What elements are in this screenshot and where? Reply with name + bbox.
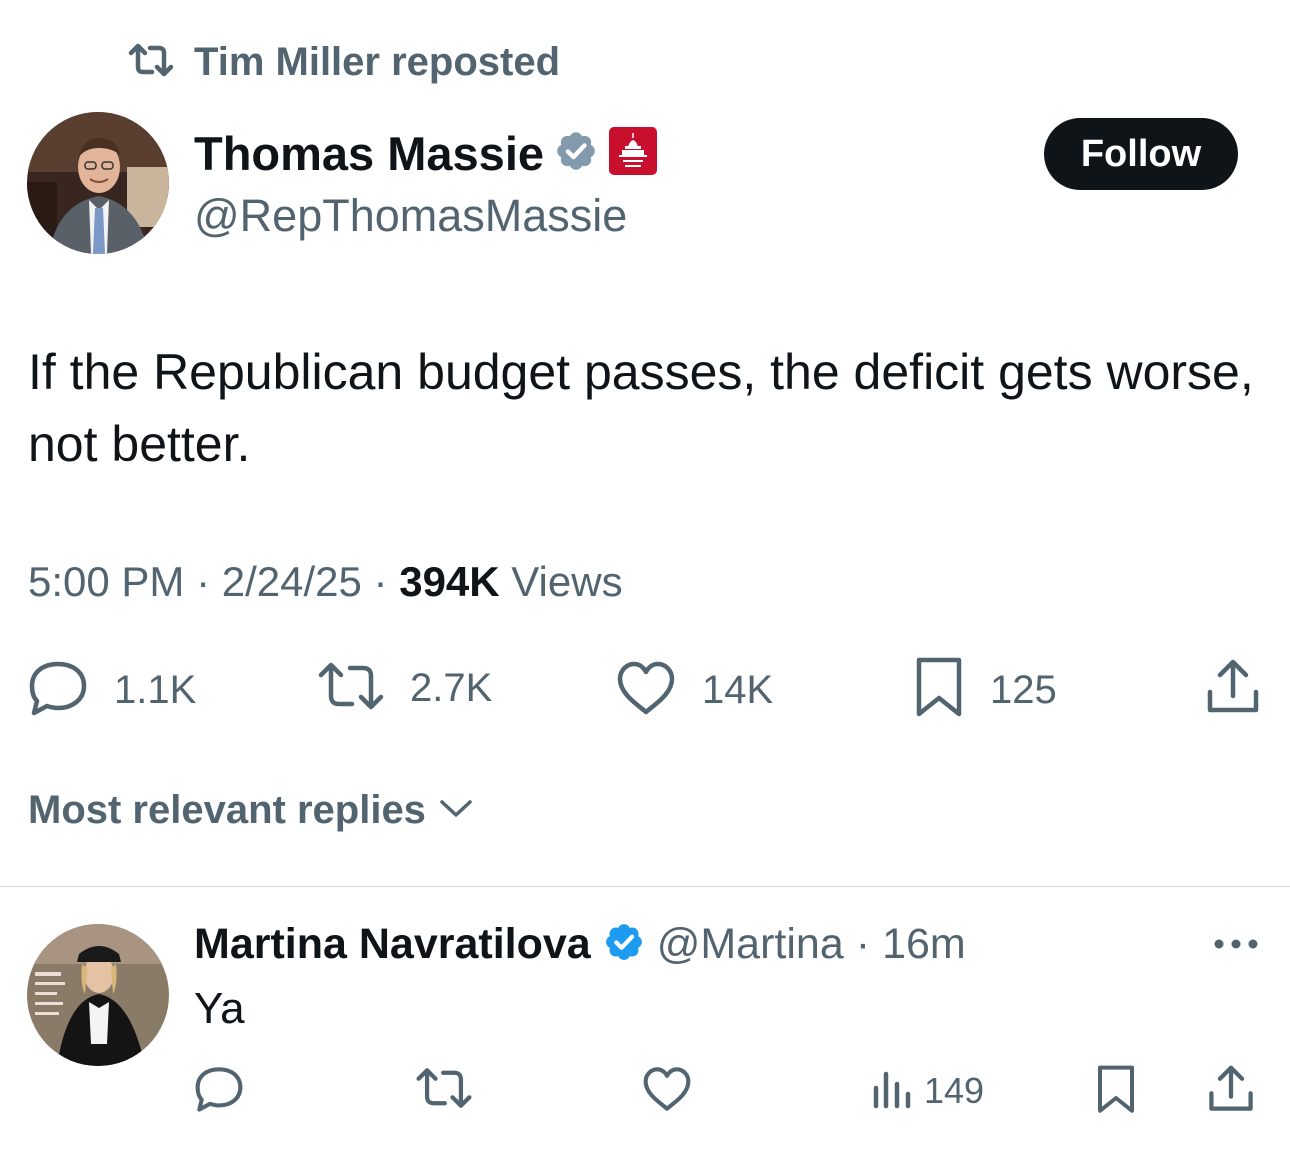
gov-verified-icon <box>554 129 598 178</box>
analytics-icon <box>870 1066 914 1115</box>
reply-like-button[interactable] <box>642 1066 692 1117</box>
like-count: 14K <box>702 668 774 712</box>
replies-sort-label: Most relevant replies <box>28 788 426 832</box>
verified-icon <box>603 921 645 968</box>
more-options-icon[interactable] <box>1212 932 1260 961</box>
reply-reply-button[interactable] <box>194 1066 244 1117</box>
house-gop-badge-icon <box>608 126 658 181</box>
author-name[interactable]: Thomas Massie <box>194 126 544 181</box>
views-count[interactable]: 394K <box>399 558 499 606</box>
views-label: Views <box>511 558 623 605</box>
reply-views-button[interactable]: 149 <box>870 1066 984 1115</box>
tweet-meta: 5:00 PM · 2/24/25 · 394K Views <box>28 558 623 606</box>
follow-button[interactable]: Follow <box>1044 118 1238 190</box>
chevron-down-icon <box>438 796 474 825</box>
author-avatar[interactable] <box>27 112 169 254</box>
author-name-row[interactable]: Thomas Massie <box>194 126 658 181</box>
reply-count: 1.1K <box>114 668 197 712</box>
tweet-text: If the Republican budget passes, the def… <box>28 344 1254 472</box>
repost-header[interactable]: Tim Miller reposted <box>128 38 560 86</box>
share-icon <box>1206 658 1260 721</box>
repost-icon <box>128 43 174 82</box>
tweet-date[interactable]: 2/24/25 <box>222 558 362 606</box>
bookmark-icon <box>1096 1064 1136 1121</box>
divider <box>0 886 1290 887</box>
share-icon <box>1208 1064 1254 1119</box>
replies-sort-dropdown[interactable]: Most relevant replies <box>28 788 474 833</box>
tweet-time[interactable]: 5:00 PM <box>28 558 184 606</box>
reply-header: Martina Navratilova @Martina · 16m <box>194 920 966 969</box>
share-button[interactable] <box>1206 658 1260 721</box>
meta-separator: · <box>855 920 871 968</box>
repost-icon <box>318 660 384 717</box>
reply-author-avatar[interactable] <box>27 924 169 1066</box>
meta-separator: · <box>184 558 222 605</box>
reply-views-count: 149 <box>924 1069 985 1111</box>
repost-label: Tim Miller reposted <box>194 39 561 84</box>
meta-space <box>500 558 512 606</box>
reply-icon <box>28 660 88 721</box>
reply-button[interactable]: 1.1K <box>28 660 196 721</box>
reply-repost-button[interactable] <box>416 1066 472 1115</box>
repost-count: 2.7K <box>410 666 493 710</box>
bookmark-button[interactable]: 125 <box>914 656 1057 725</box>
like-button[interactable]: 14K <box>616 660 773 721</box>
author-handle[interactable]: @RepThomasMassie <box>194 190 627 242</box>
heart-icon <box>642 1066 692 1117</box>
repost-icon <box>416 1066 472 1115</box>
repost-button[interactable]: 2.7K <box>318 660 492 717</box>
reply-bookmark-button[interactable] <box>1096 1064 1136 1121</box>
reply-text: Ya <box>194 984 245 1033</box>
bookmark-count: 125 <box>990 668 1057 712</box>
reply-time[interactable]: 16m <box>882 920 966 969</box>
bookmark-icon <box>914 656 964 725</box>
reply-author-name[interactable]: Martina Navratilova <box>194 920 591 969</box>
reply-icon <box>194 1066 244 1117</box>
heart-icon <box>616 660 676 721</box>
reply-author-handle[interactable]: @Martina <box>657 920 844 969</box>
meta-separator: · <box>361 558 400 605</box>
reply-share-button[interactable] <box>1208 1064 1254 1119</box>
